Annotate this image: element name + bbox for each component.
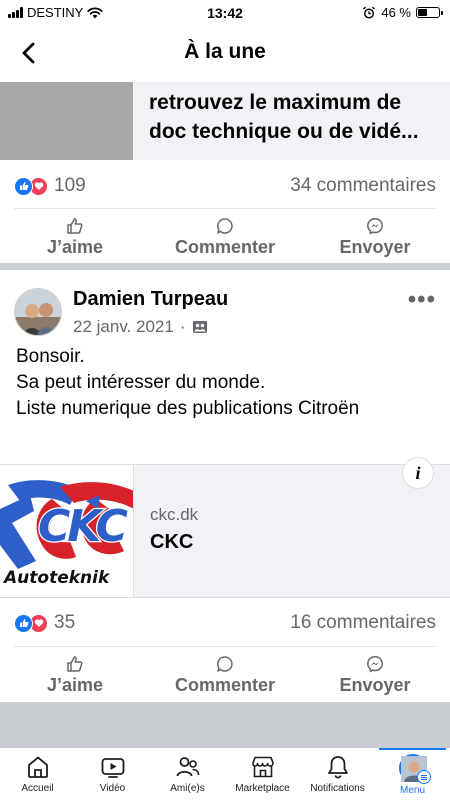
menu-lines-icon [416, 770, 431, 784]
status-bar: DESTINY 13:42 46 % [0, 0, 450, 26]
link-title-line: doc technique ou de vidé... [149, 120, 419, 143]
reaction-count-group[interactable]: 35 [14, 612, 75, 634]
ckc-logo[interactable]: CKC Autoteknik [0, 465, 134, 597]
comment-button[interactable]: Commenter [150, 650, 300, 700]
post-body: Bonsoir. Sa peut intéresser du monde. Li… [16, 344, 436, 422]
info-icon[interactable]: i [402, 457, 434, 489]
author-name[interactable]: Damien Turpeau [73, 288, 228, 311]
like-button[interactable]: J’aime [0, 212, 150, 262]
messenger-icon [367, 217, 383, 235]
menu-avatar-icon [398, 754, 431, 784]
thumbs-up-icon [67, 217, 83, 234]
link-title-line: retrouvez le maximum de [149, 91, 402, 114]
link-preview-text[interactable]: retrouvez le maximum de doc technique ou… [133, 82, 450, 160]
send-label: Envoyer [339, 674, 411, 695]
comment-bubble-icon [217, 217, 233, 234]
next-post-placeholder [0, 702, 450, 748]
post-text-line: Bonsoir. [16, 346, 85, 367]
reaction-summary: 109 34 commentaires [14, 171, 436, 201]
post-header: Damien Turpeau 22 janv. 2021 · ••• [0, 282, 450, 342]
comment-count[interactable]: 16 commentaires [290, 612, 436, 634]
thumbs-up-icon [67, 655, 83, 672]
send-button[interactable]: Envoyer [300, 212, 450, 262]
post-separator [0, 263, 450, 270]
tab-friends[interactable]: Ami(e)s [150, 748, 225, 800]
alarm-icon [363, 6, 376, 18]
comment-label: Commenter [174, 236, 276, 257]
like-label: J’aime [46, 674, 104, 695]
tab-label: Menu [399, 785, 425, 796]
friends-icon [176, 757, 199, 777]
reaction-count: 109 [54, 175, 86, 196]
more-options-icon[interactable]: ••• [408, 286, 436, 314]
tab-label: Accueil [21, 783, 54, 794]
tab-video[interactable]: Vidéo [75, 748, 150, 800]
divider [14, 646, 436, 647]
post-meta: 22 janv. 2021 · [73, 317, 208, 337]
tab-home[interactable]: Accueil [0, 748, 75, 800]
marketplace-icon [251, 756, 274, 778]
like-label: J’aime [46, 236, 104, 257]
video-icon [101, 758, 124, 778]
reaction-icons [14, 613, 48, 633]
author-avatar[interactable] [14, 288, 62, 336]
reaction-icons [14, 176, 48, 196]
link-title: CKC [150, 531, 194, 553]
tab-label: Marketplace [235, 783, 290, 794]
divider [14, 208, 436, 209]
tab-label: Ami(e)s [170, 783, 205, 794]
bottom-tab-bar: Accueil Vidéo Ami(e)s Marketplace Notifi… [0, 748, 450, 800]
home-icon [27, 756, 48, 778]
post-date[interactable]: 22 janv. 2021 [73, 317, 174, 337]
link-domain: ckc.dk [150, 505, 199, 524]
tab-menu[interactable]: Menu [375, 748, 450, 800]
tab-label: Vidéo [99, 783, 126, 794]
reaction-count-group[interactable]: 109 [14, 175, 86, 197]
shared-link-card[interactable]: CKC Autoteknik i ckc.dk CKC [0, 457, 450, 598]
comment-button[interactable]: Commenter [150, 212, 300, 262]
link-thumbnail[interactable] [0, 82, 133, 160]
comment-bubble-icon [217, 655, 233, 672]
send-button[interactable]: Envoyer [300, 650, 450, 700]
status-right: 46 % [362, 5, 443, 20]
like-button[interactable]: J’aime [0, 650, 150, 700]
logo-subtext: Autoteknik [2, 568, 111, 588]
battery-percent: 46 % [381, 5, 411, 20]
group-privacy-icon [192, 321, 207, 333]
post-text-line: Sa peut intéresser du monde. [16, 372, 266, 393]
page-header: À la une [0, 26, 450, 82]
comment-label: Commenter [174, 674, 276, 695]
comment-count[interactable]: 34 commentaires [290, 175, 436, 197]
reaction-summary: 35 16 commentaires [14, 608, 436, 638]
post-actions: J’aime Commenter Envoyer [0, 650, 450, 700]
messenger-icon [367, 655, 383, 673]
like-reaction-icon [14, 613, 33, 633]
link-info[interactable]: i ckc.dk CKC [134, 457, 450, 597]
reaction-count: 35 [54, 612, 76, 633]
meta-separator: · [179, 317, 186, 336]
battery-icon [416, 7, 443, 18]
tab-label: Notifications [310, 783, 365, 794]
tab-notifications[interactable]: Notifications [300, 748, 375, 800]
logo-wordmark: CKC [38, 501, 128, 552]
send-label: Envoyer [339, 236, 411, 257]
tab-marketplace[interactable]: Marketplace [225, 748, 300, 800]
like-reaction-icon [14, 176, 33, 196]
previous-post-link-card[interactable]: retrouvez le maximum de doc technique ou… [0, 82, 450, 162]
bell-icon [327, 756, 348, 779]
post-text-line: Liste numerique des publications Citroën [16, 398, 360, 419]
post-actions: J’aime Commenter Envoyer [0, 212, 450, 262]
page-title: À la une [184, 40, 266, 63]
